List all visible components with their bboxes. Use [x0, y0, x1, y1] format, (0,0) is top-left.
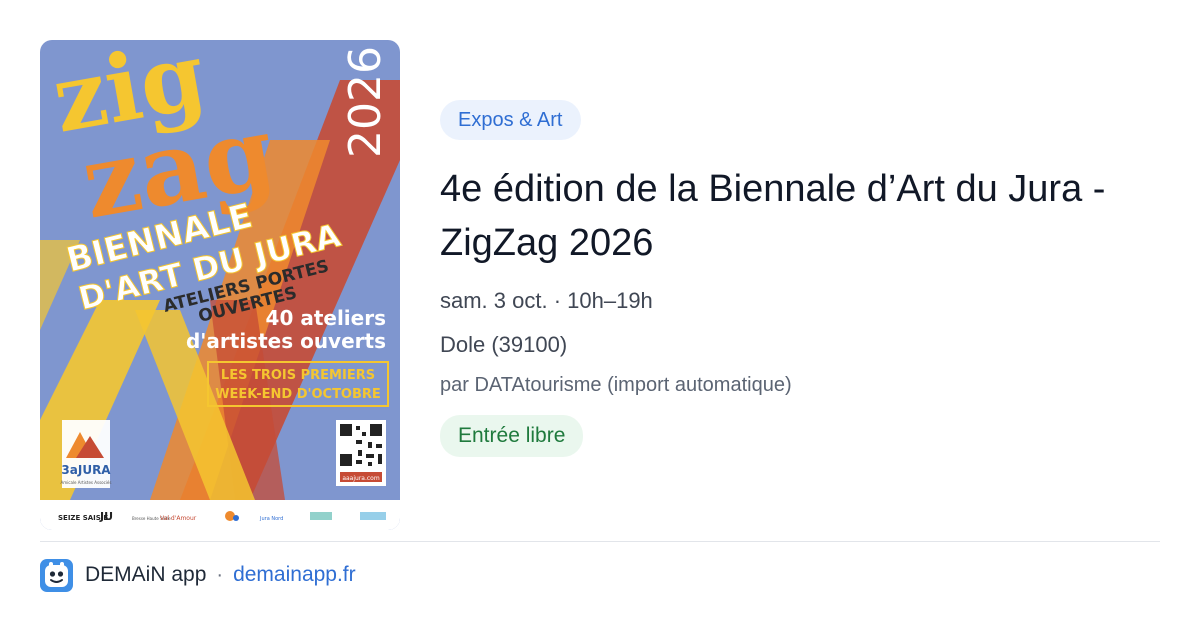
event-title[interactable]: 4e édition de la Biennale d’Art du Jura … [440, 162, 1160, 270]
footer-divider [40, 541, 1160, 542]
poster-box-line2-text: WEEK-END D'OCTOBRE [215, 387, 381, 402]
poster-ateliers-sub-text: d'artistes ouverts [186, 329, 386, 353]
event-poster-image[interactable]: zig zag 2026 BIENNALE D'ART DU JURA ATEL… [40, 40, 400, 530]
price-badge: Entrée libre [440, 415, 584, 457]
event-source: par DATAtourisme (import automatique) [440, 374, 792, 396]
footer: DEMAiN app · demainapp.fr [40, 558, 356, 592]
event-location: Dole (39100) [440, 332, 568, 357]
category-badge[interactable]: Expos & Art [440, 100, 581, 140]
poster-ateliers-count-text: 40 ateliers [266, 306, 386, 330]
app-name: DEMAiN app [85, 563, 207, 586]
domain-link[interactable]: demainapp.fr [233, 563, 356, 587]
sponsor-logo-4: Val d'Amour [160, 515, 197, 522]
sponsor-logo-6: Jura Nord [259, 516, 283, 522]
sponsor-logo-2: JU [99, 510, 113, 523]
poster-box-line1-text: LES TROIS PREMIERS [221, 368, 375, 383]
poster-logo-sub-text: Amicale Artistes Associés [61, 480, 112, 485]
demain-app-icon [40, 558, 73, 592]
poster-logo-text: 3aJURA [61, 463, 111, 477]
event-datetime: sam. 3 oct. · 10h–19h [440, 288, 653, 313]
poster-qr-label-text: aaajura.com [342, 475, 380, 482]
event-details: Expos & Art 4e édition de la Biennale d’… [440, 100, 1160, 457]
poster-year-text: 2026 [340, 46, 391, 158]
footer-separator: · [216, 563, 224, 586]
